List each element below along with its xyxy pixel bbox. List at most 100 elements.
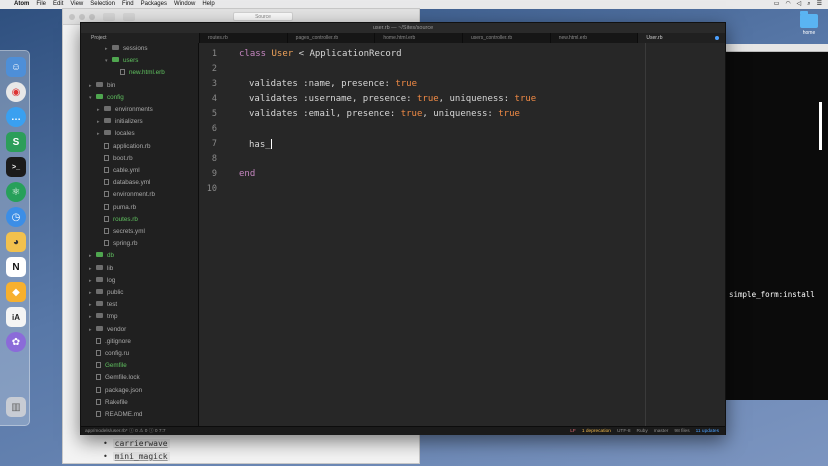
tree-item[interactable]: ▸ test <box>89 299 117 311</box>
tree-item-label: db <box>107 252 115 260</box>
trash-icon[interactable]: ▥ <box>6 397 26 417</box>
terminal-scrollbar[interactable] <box>819 102 822 150</box>
atom-app-icon[interactable]: ⚛ <box>6 182 26 202</box>
chevron-right-icon[interactable]: ▸ <box>89 311 96 323</box>
tree-item[interactable]: config.ru <box>89 348 129 360</box>
menu-app-name[interactable]: Atom <box>14 0 29 9</box>
tree-item[interactable]: cable.yml <box>97 165 140 177</box>
file-icon <box>104 240 109 247</box>
tree-item[interactable]: ▾ users <box>105 55 138 67</box>
tree-item[interactable]: database.yml <box>97 177 150 189</box>
search-icon[interactable]: ⌕ <box>807 0 810 9</box>
file-icon <box>96 350 101 356</box>
chrome-icon[interactable]: ◉ <box>6 82 26 102</box>
forward-button[interactable] <box>123 12 135 21</box>
tab-user-rb[interactable]: User.rb <box>637 33 726 43</box>
chevron-right-icon[interactable]: ▸ <box>105 43 112 55</box>
wifi-icon[interactable]: ◠ <box>785 0 790 9</box>
notification-center-icon[interactable]: ☰ <box>817 0 822 9</box>
ia-writer-icon[interactable]: iA <box>6 307 26 327</box>
finder-icon[interactable]: ☺ <box>6 57 26 77</box>
volume-icon[interactable]: ◁ <box>797 0 802 9</box>
chevron-right-icon[interactable]: ▸ <box>89 250 96 262</box>
tree-item[interactable]: ▸ db <box>89 250 114 262</box>
tree-item[interactable]: puma.rb <box>97 202 136 214</box>
chevron-right-icon[interactable]: ▸ <box>89 287 96 299</box>
chevron-right-icon[interactable]: ▸ <box>89 324 96 336</box>
tree-item[interactable]: ▾ config <box>89 92 124 104</box>
status-updates[interactable]: 11 updates <box>696 427 719 436</box>
chevron-right-icon[interactable]: ▸ <box>89 80 96 92</box>
skype-icon[interactable]: S <box>6 132 26 152</box>
tree-item[interactable]: ▸ bin <box>89 80 115 92</box>
tree-item[interactable]: ▸ initializers <box>97 116 143 128</box>
tab-pages-controller[interactable]: pages_controller.rb <box>286 33 375 43</box>
atom-window[interactable]: user.rb — ~/Sites/source Project routes.… <box>80 22 726 435</box>
tree-item[interactable]: boot.rb <box>97 153 133 165</box>
code-editor[interactable]: 1 2 3 4 5 6 7 8 9 10 class User < ApplicationReco… <box>199 43 725 426</box>
status-file-path[interactable]: app/models/user.rb* ⓘ 0 ⚠ 0 ⓘ 0 7:7 <box>85 427 166 436</box>
tree-item[interactable]: ▸ vendor <box>89 324 126 336</box>
chevron-right-icon[interactable]: ▸ <box>89 299 96 311</box>
battery-icon[interactable]: ▭ <box>774 0 780 9</box>
tree-item[interactable]: secrets.yml <box>97 226 145 238</box>
back-button[interactable] <box>103 12 115 21</box>
tab-project[interactable]: Project <box>81 33 199 43</box>
tree-item[interactable]: Rakefile <box>89 397 128 409</box>
window-zoom-icon[interactable] <box>89 13 95 20</box>
messages-icon[interactable]: … <box>6 107 26 127</box>
tree-item[interactable]: routes.rb <box>97 214 138 226</box>
tab-new-html[interactable]: new.html.erb <box>549 33 638 43</box>
project-tree[interactable]: ▸ sessions ▾ users new.html.erb ▸ bin ▾ config ▸ e… <box>81 43 199 426</box>
chevron-right-icon[interactable]: ▸ <box>89 275 96 287</box>
status-deprecation[interactable]: 1 deprecation <box>582 427 611 436</box>
tree-item[interactable]: README.md <box>89 409 142 421</box>
tree-item[interactable]: environment.rb <box>97 189 155 201</box>
chevron-right-icon[interactable]: ▸ <box>89 263 96 275</box>
status-lf[interactable]: LF <box>570 427 576 436</box>
chevron-down-icon[interactable]: ▾ <box>89 92 96 104</box>
chevron-right-icon[interactable]: ▸ <box>97 128 104 140</box>
notion-icon[interactable]: N <box>6 257 26 277</box>
file-icon <box>96 398 101 405</box>
tab-home-html[interactable]: home.html.erb <box>374 33 462 43</box>
terminal-window[interactable]: simple_form:install <box>718 44 828 400</box>
tree-item[interactable]: package.json <box>89 385 142 397</box>
tree-item[interactable]: spring.rb <box>97 238 138 250</box>
tree-item[interactable]: new.html.erb <box>113 67 165 79</box>
address-bar[interactable]: Source <box>233 12 293 21</box>
desktop-folder[interactable]: home <box>794 11 824 36</box>
tree-item[interactable]: ▸ public <box>89 287 123 299</box>
tweetbot-icon[interactable]: ◕ <box>6 232 26 252</box>
chevron-right-icon[interactable]: ▸ <box>97 116 104 128</box>
tab-routes[interactable]: routes.rb <box>199 33 287 43</box>
tree-item[interactable]: ▸ environments <box>97 104 153 116</box>
tree-item[interactable]: .gitignore <box>89 336 131 348</box>
terminal-app-icon[interactable]: >_ <box>6 157 26 177</box>
file-icon <box>96 362 101 369</box>
window-close-icon[interactable] <box>69 13 75 20</box>
tree-item[interactable]: ▸ locales <box>97 128 135 140</box>
status-branch[interactable]: master <box>654 427 669 436</box>
chevron-down-icon[interactable]: ▾ <box>105 55 112 67</box>
tree-item[interactable]: ▸ log <box>89 275 115 287</box>
photos-icon[interactable]: ✿ <box>6 332 26 352</box>
tab-users-controller[interactable]: users_controller.rb <box>462 33 550 43</box>
tree-item[interactable]: Gemfile <box>89 360 127 372</box>
tree-item[interactable]: application.rb <box>97 141 150 153</box>
folder-icon <box>96 289 103 294</box>
tree-item[interactable]: ▸ lib <box>89 263 113 275</box>
tree-item[interactable]: ▸ tmp <box>89 311 118 323</box>
tree-item-label: log <box>107 276 116 284</box>
chevron-right-icon[interactable]: ▸ <box>97 104 104 116</box>
status-files[interactable]: 98 files <box>674 427 689 436</box>
window-minimize-icon[interactable] <box>79 13 85 20</box>
status-encoding[interactable]: UTF-8 <box>617 427 631 436</box>
wrap-guide <box>645 43 646 426</box>
menu-file[interactable]: File <box>36 0 46 9</box>
clock-icon[interactable]: ◷ <box>6 207 26 227</box>
tree-item[interactable]: Gemfile.lock <box>89 372 140 384</box>
tree-item[interactable]: ▸ sessions <box>105 43 148 55</box>
sketch-icon[interactable]: ◆ <box>6 282 26 302</box>
status-grammar[interactable]: Ruby <box>637 427 648 436</box>
